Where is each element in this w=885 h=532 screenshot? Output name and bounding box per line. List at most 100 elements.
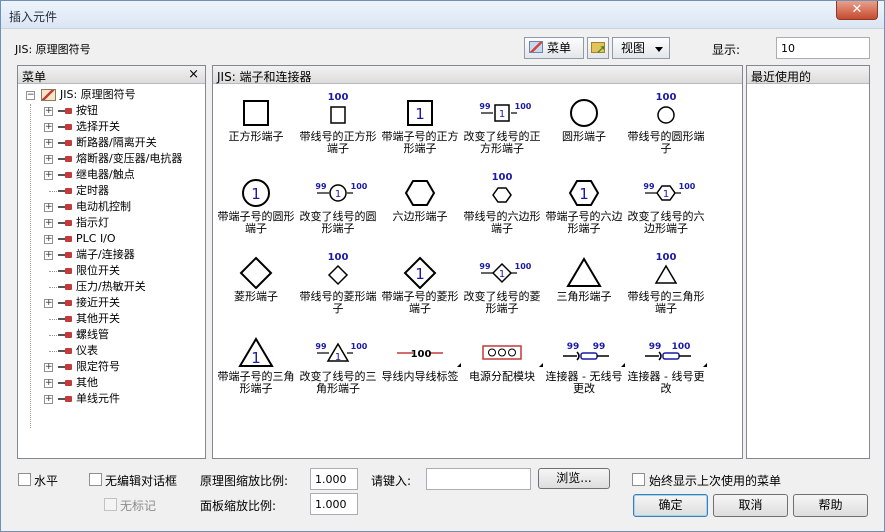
tree-item[interactable]: + 端子/连接器 [24,247,205,263]
tree-item[interactable]: 螺线管 [24,327,205,343]
expand-icon[interactable]: + [44,219,53,228]
symbol-grid-title: JIS: 端子和连接器 [217,70,312,84]
circle-icon [570,99,598,127]
expand-icon[interactable]: + [44,139,53,148]
symbol-tile-label: 带端子号的正方形端子 [381,130,459,155]
tree-item-label: 仪表 [76,344,98,357]
expand-icon[interactable]: + [44,203,53,212]
expand-icon[interactable]: + [44,123,53,132]
svg-text:99: 99 [649,342,662,352]
cancel-button[interactable]: 取消 [713,494,788,517]
symbol-tile[interactable]: 六边形端子 [379,171,461,248]
type-in-input[interactable] [426,468,531,490]
symbol-tile[interactable]: 三角形端子 [543,251,625,328]
tree-item[interactable]: 仪表 [24,343,205,359]
tree-item[interactable]: + 指示灯 [24,215,205,231]
symbol-tile[interactable]: 1 带端子号的菱形端子 [379,251,461,328]
view-dropdown-button[interactable]: 视图 [612,37,670,59]
tree-item-label: 熔断器/变压器/电抗器 [76,152,183,165]
expand-icon[interactable]: + [44,155,53,164]
symbol-tile[interactable]: 电源分配模块 [461,331,543,408]
tree-item[interactable]: + 接近开关 [24,295,205,311]
expand-icon[interactable]: + [44,363,53,372]
symbol-tile-label: 改变了线号的六边形端子 [627,210,705,235]
symbol-tile[interactable]: 1 带端子号的正方形端子 [379,91,461,168]
symbol-tile[interactable]: 100 带线号的三角形端子 [625,251,707,328]
no-tag-checkbox[interactable] [104,498,117,511]
svg-text:1: 1 [415,265,425,283]
symbol-tile-label: 改变了线号的三角形端子 [299,370,377,395]
tree-item-label: 电动机控制 [76,200,131,213]
always-show-checkbox[interactable] [632,473,645,486]
tree-item[interactable]: + 熔断器/变压器/电抗器 [24,151,205,167]
symbol-tile[interactable]: 正方形端子 [215,91,297,168]
symbol-tile[interactable]: 菱形端子 [215,251,297,328]
tree-item[interactable]: + 单线元件 [24,391,205,407]
tree-item[interactable]: 定时器 [24,183,205,199]
tree-item[interactable]: + PLC I/O [24,231,205,247]
close-window-button[interactable]: ✕ [836,1,878,20]
symbol-tile[interactable]: 99 1 100 改变了线号的三角形端子 [297,331,379,408]
tree-item[interactable]: + 继电器/触点 [24,167,205,183]
tree-item[interactable]: + 其他 [24,375,205,391]
symbol-tile[interactable]: 100 带线号的六边形端子 [461,171,543,248]
tree-item[interactable]: + 选择开关 [24,119,205,135]
collapse-icon[interactable]: − [26,91,35,100]
display-count-label: 显示: [712,43,741,57]
tree-item[interactable]: + 限定符号 [24,359,205,375]
svg-text:1: 1 [663,189,669,200]
tree-item[interactable]: 压力/热敏开关 [24,279,205,295]
square-wire-icon: 100 [328,92,348,124]
always-show-label[interactable]: 始终显示上次使用的菜单 [649,472,781,489]
browse-button[interactable]: 浏览... [538,468,610,489]
symbol-tile[interactable]: 1 带端子号的六边形端子 [543,171,625,248]
tree-item[interactable]: + 断路器/隔离开关 [24,135,205,151]
symbol-tile[interactable]: 100 带线号的正方形端子 [297,91,379,168]
symbol-tile[interactable]: 99 1 100 改变了线号的六边形端子 [625,171,707,248]
expand-icon[interactable]: + [44,395,53,404]
tree-item[interactable]: + 电动机控制 [24,199,205,215]
tree-item[interactable]: 其他开关 [24,311,205,327]
symbol-tile[interactable]: 1 带端子号的圆形端子 [215,171,297,248]
no-edit-dialog-checkbox[interactable] [89,473,102,486]
tree-item-label: 压力/热敏开关 [76,280,146,293]
close-panel-icon[interactable]: × [188,67,199,82]
symbol-tile[interactable]: 99 1 100 改变了线号的菱形端子 [461,251,543,328]
symbol-tile[interactable]: 圆形端子 [543,91,625,168]
panel-scale-input[interactable] [310,493,358,515]
panel-scale-label: 面板缩放比例: [200,499,277,513]
menu-toggle-button[interactable]: 菜单 [524,37,584,59]
expand-icon[interactable]: + [44,299,53,308]
expand-icon[interactable]: + [44,235,53,244]
connector-icon [58,284,73,290]
hex-num-icon: 1 [568,180,600,206]
help-button[interactable]: 帮助 [793,494,868,517]
ok-button[interactable]: 确定 [633,494,708,517]
menu-tree-header: 菜单 × [18,66,205,84]
tree-item-label: 其他开关 [76,312,120,325]
svg-text:1: 1 [251,349,261,367]
symbol-tile[interactable]: 99 99 连接器 - 无线号更改 [543,331,625,408]
tree-item[interactable]: + 按钮 [24,103,205,119]
schematic-scale-input[interactable] [310,468,358,490]
svg-text:100: 100 [672,342,691,352]
tree-root[interactable]: − JIS: 原理图符号 [24,87,205,103]
expand-icon[interactable]: + [44,171,53,180]
display-count-input[interactable] [776,37,870,59]
expand-icon[interactable]: + [44,251,53,260]
expand-icon[interactable]: + [44,379,53,388]
symbol-tile[interactable]: 100 带线号的圆形端子 [625,91,707,168]
symbol-tile[interactable]: 99 1 100 改变了线号的圆形端子 [297,171,379,248]
navigate-up-button[interactable]: ➚ [587,37,609,59]
tree-item[interactable]: 限位开关 [24,263,205,279]
symbol-tile[interactable]: 1 带端子号的三角形端子 [215,331,297,408]
symbol-tile-label: 改变了线号的正方形端子 [463,130,541,155]
connector-icon [58,172,73,178]
horizontal-checkbox[interactable] [18,473,31,486]
symbol-tile[interactable]: 99 1 100 改变了线号的正方形端子 [461,91,543,168]
symbol-tile[interactable]: 99 100 连接器 - 线号更改 [625,331,707,408]
symbol-tile[interactable]: 100 导线内导线标签 [379,331,461,408]
expand-icon[interactable]: + [44,107,53,116]
symbol-tile[interactable]: 100 带线号的菱形端子 [297,251,379,328]
triangle-num-icon: 1 [238,337,274,367]
